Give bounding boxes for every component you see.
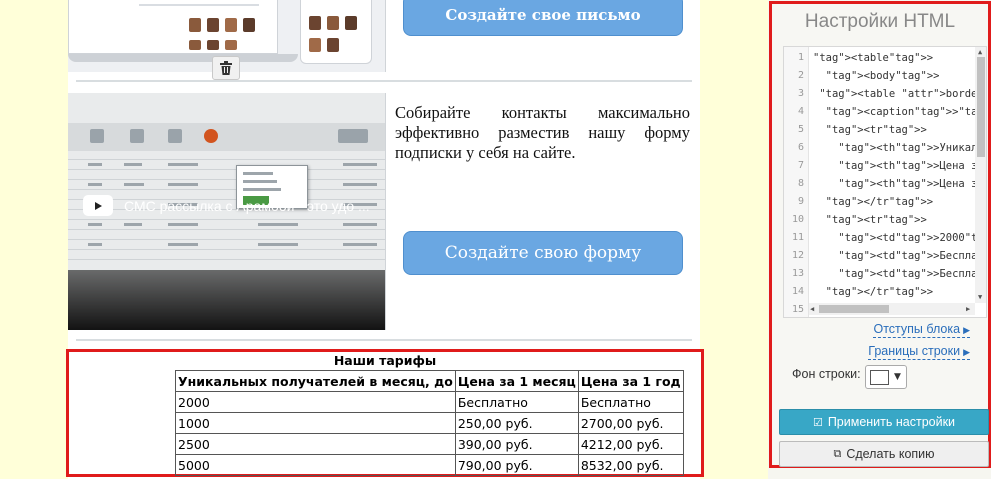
code-line[interactable]: "tag"><th"tag">>Уникальных получат (813, 142, 986, 154)
table-cell: 390,00 руб. (454, 433, 579, 455)
header-recipients: Уникальных получателей в месяц, до (175, 370, 456, 392)
selected-html-block[interactable]: Наши тарифы Уникальных получателей в мес… (66, 349, 704, 477)
divider (76, 339, 692, 341)
line-number: 15 (791, 304, 804, 315)
line-number: 10 (791, 214, 804, 225)
caret-right-icon: ▶ (963, 325, 970, 335)
delete-block-button[interactable] (212, 56, 240, 80)
apply-settings-button[interactable]: ☑ Применить настройки (779, 409, 989, 435)
line-number: 8 (797, 178, 804, 189)
scrollbar-thumb[interactable] (819, 305, 889, 313)
table-row: 2500 390,00 руб. 4212,00 руб. (175, 433, 684, 455)
code-line[interactable]: "tag"></tr"tag">> (813, 196, 933, 208)
row-bg-color-picker[interactable]: ▼ (865, 365, 907, 389)
panel-title: Настройки HTML (804, 11, 956, 32)
trash-icon (220, 61, 232, 75)
checkbox-check-icon: ☑ (812, 416, 823, 429)
table-cell: 8532,00 руб. (577, 454, 684, 476)
block-padding-link[interactable]: Отступы блока ▶ (873, 322, 970, 338)
make-copy-button[interactable]: ⧉ Сделать копию (779, 441, 989, 467)
code-line[interactable]: "tag"><table"tag">> (813, 52, 933, 64)
tablet-mockup (300, 0, 372, 64)
editor-horizontal-scrollbar[interactable]: ◀ ▶ (809, 303, 975, 315)
laptop-base (68, 54, 298, 62)
create-form-button[interactable]: Создайте свою форму (403, 231, 683, 275)
code-line[interactable]: "tag"><body"tag">> (813, 70, 940, 82)
color-swatch (870, 370, 889, 385)
table-cell: Бесплатно (454, 391, 579, 413)
scrollbar-thumb[interactable] (977, 57, 985, 157)
table-row: 5000 790,00 руб. 8532,00 руб. (175, 454, 684, 476)
row-borders-label: Границы строки (868, 344, 961, 358)
code-line[interactable]: "tag"><table "attr">border="1" "attr">al… (813, 88, 986, 100)
scroll-right-arrow-icon[interactable]: ▶ (966, 305, 970, 313)
row-borders-link[interactable]: Границы строки ▶ (868, 344, 970, 360)
line-number: 11 (791, 232, 804, 243)
table-cell: 1000 (175, 412, 456, 434)
html-settings-panel: Настройки HTML 1 2 3 4 5 6 7 8 9 10 11 12 13 14 15 "ta… (769, 1, 991, 468)
editor-vertical-scrollbar[interactable]: ▲ ▼ (975, 47, 986, 303)
table-row: 2000 Бесплатно Бесплатно (175, 391, 684, 413)
scroll-up-arrow-icon[interactable]: ▲ (978, 48, 982, 56)
column-divider (385, 0, 386, 72)
make-copy-label: Сделать копию (846, 447, 935, 461)
column-divider (385, 93, 386, 330)
table-cell: 5000 (175, 454, 456, 476)
table-cell: 2000 (175, 391, 456, 413)
caret-right-icon: ▶ (963, 347, 970, 357)
table-cell: 250,00 руб. (454, 412, 579, 434)
scroll-down-arrow-icon[interactable]: ▼ (978, 293, 982, 301)
code-line[interactable]: "tag"><caption"tag">>"tag"><H4"tag">>Наш… (813, 106, 986, 118)
code-line[interactable]: "tag"><th"tag">>Цена за 1 год"tag"></th"… (813, 178, 986, 190)
html-code-editor[interactable]: 1 2 3 4 5 6 7 8 9 10 11 12 13 14 15 "tag"><table"tag">… (783, 46, 987, 318)
video-title-overlay (68, 270, 385, 330)
email-canvas: Создайте свое письмо СМС рассылка с Арам… (66, 0, 704, 479)
block-padding-label: Отступы блока (873, 322, 961, 336)
line-number: 3 (797, 88, 804, 99)
line-number: 14 (791, 286, 804, 297)
row-bg-label: Фон строки: (792, 367, 861, 381)
caret-down-icon: ▼ (894, 372, 901, 382)
copy-icon: ⧉ (833, 447, 842, 460)
form-description-text: Собирайте контакты максимально эффективн… (395, 103, 690, 162)
table-header-row: Уникальных получателей в месяц, до Цена … (175, 370, 684, 392)
code-line[interactable]: "tag"><th"tag">>Цена за 1 месяц"tag"></t (813, 160, 986, 172)
apply-settings-label: Применить настройки (827, 415, 956, 429)
line-number: 4 (797, 106, 804, 117)
tariff-table: Уникальных получателей в месяц, до Цена … (175, 370, 684, 476)
code-line[interactable]: "tag"><tr"tag">> (813, 214, 927, 226)
video-title[interactable]: СМС рассылка с Арамбой - это удо ... (124, 198, 370, 214)
line-number-gutter: 1 2 3 4 5 6 7 8 9 10 11 12 13 14 15 (784, 47, 809, 317)
scroll-left-arrow-icon[interactable]: ◀ (810, 305, 814, 313)
header-month-price: Цена за 1 месяц (454, 370, 579, 392)
line-number: 13 (791, 268, 804, 279)
code-line[interactable]: "tag"><td"tag">>2000"tag"></td"tag">> (813, 232, 986, 244)
table-cell: Бесплатно (577, 391, 684, 413)
header-year-price: Цена за 1 год (577, 370, 684, 392)
youtube-play-icon[interactable] (83, 195, 113, 216)
table-cell: 790,00 руб. (454, 454, 579, 476)
table-caption: Наши тарифы (333, 353, 437, 368)
line-number: 6 (797, 142, 804, 153)
line-number: 12 (791, 250, 804, 261)
line-number: 1 (797, 52, 804, 63)
line-number: 5 (797, 124, 804, 135)
line-number: 7 (797, 160, 804, 171)
table-row: 1000 250,00 руб. 2700,00 руб. (175, 412, 684, 434)
table-cell: 2500 (175, 433, 456, 455)
code-line[interactable]: "tag"><tr"tag">> (813, 124, 927, 136)
code-line[interactable]: "tag"><td"tag">>Бесплатно"tag"></td"tag"… (813, 268, 986, 280)
code-line[interactable]: "tag"><td"tag">>Бесплатно"tag"></td"tag"… (813, 250, 986, 262)
line-number: 9 (797, 196, 804, 207)
line-number: 2 (797, 70, 804, 81)
create-letter-button[interactable]: Создайте свое письмо (403, 0, 683, 36)
table-cell: 2700,00 руб. (577, 412, 684, 434)
table-cell: 4212,00 руб. (577, 433, 684, 455)
code-line[interactable]: "tag"></tr"tag">> (813, 286, 933, 298)
divider (76, 80, 692, 82)
laptop-mockup (68, 0, 278, 54)
